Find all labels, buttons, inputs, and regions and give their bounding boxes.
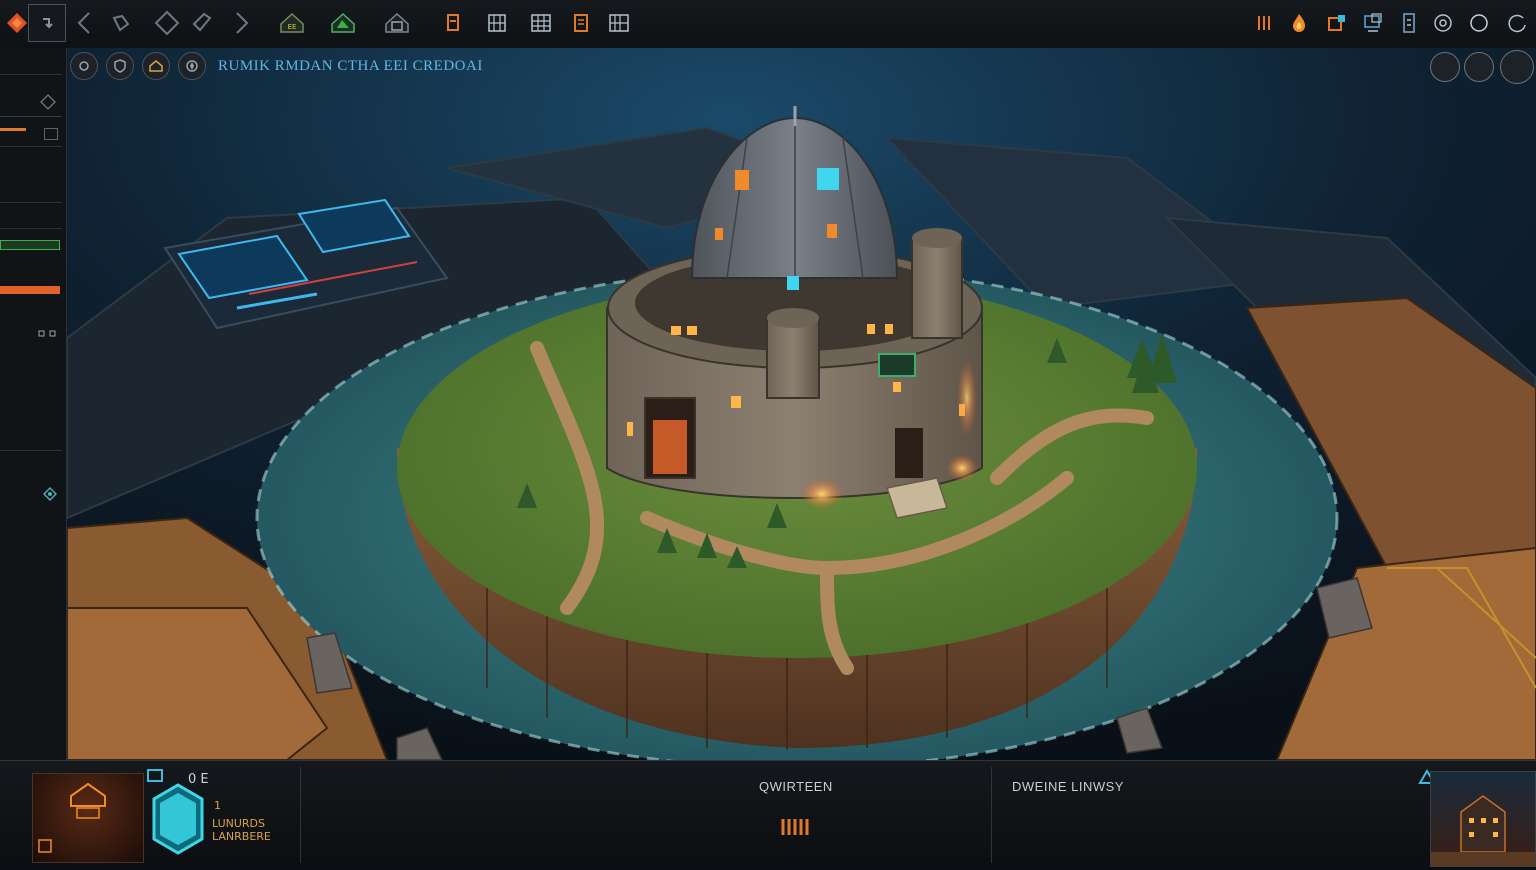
target-icon[interactable] — [1430, 10, 1456, 36]
compass-icon[interactable] — [178, 52, 206, 80]
device-icon[interactable] — [1396, 10, 1422, 36]
side-progress-orange — [0, 286, 60, 294]
shield-icon[interactable] — [106, 52, 134, 80]
diamond-icon[interactable] — [150, 6, 184, 40]
grid-small-icon[interactable] — [484, 10, 510, 36]
globe-icon[interactable] — [1500, 50, 1534, 84]
zoom-out-icon[interactable] — [1430, 52, 1460, 82]
green-screen-icon — [878, 353, 916, 377]
side-slot[interactable] — [0, 202, 62, 229]
game-viewport[interactable] — [67, 48, 1536, 760]
side-slot[interactable] — [0, 48, 62, 75]
center-tower[interactable] — [766, 317, 820, 399]
refresh-icon[interactable] — [1504, 10, 1530, 36]
side-progress-green — [0, 240, 60, 250]
tool-icon[interactable] — [186, 6, 220, 40]
unit-type-icon[interactable] — [146, 767, 164, 783]
top-toolbar: EE — [0, 0, 1536, 49]
build-house-icon[interactable]: EE — [272, 6, 312, 40]
fire-glow — [946, 454, 978, 482]
side-mini-icons[interactable] — [38, 324, 58, 337]
orange-grid-icon[interactable] — [568, 10, 594, 36]
side-slot[interactable] — [0, 338, 62, 451]
home-icon[interactable] — [142, 52, 170, 80]
bottom-hud: 0 E 1 LUNURDS LANRBERE QWIRTEEN DWEINE L… — [0, 760, 1536, 867]
circle-icon[interactable] — [1466, 10, 1492, 36]
page-title: RUMIK RMDAN CTHA EEI CREDOAI — [218, 57, 483, 74]
center-panel-title: QWIRTEEN — [759, 779, 833, 794]
title-row: RUMIK RMDAN CTHA EEI CREDOAI — [70, 52, 483, 80]
side-slot[interactable] — [0, 146, 62, 203]
minimap[interactable] — [32, 773, 144, 863]
base-icon[interactable] — [376, 6, 418, 40]
back-arrow-icon[interactable] — [68, 6, 102, 40]
building-preview[interactable] — [1430, 771, 1536, 867]
resource-panel-icon[interactable] — [1324, 10, 1350, 36]
right-panel-title: DWEINE LINWSY — [1012, 779, 1124, 794]
dome-beacon-cyan — [817, 168, 839, 190]
dome-window-orange — [735, 170, 749, 190]
zoom-in-icon[interactable] — [1464, 52, 1494, 82]
unit-stat-line: LUNURDS — [212, 817, 266, 830]
settings-icon[interactable] — [70, 52, 98, 80]
selected-unit-hex[interactable] — [152, 783, 204, 855]
grid-large-icon[interactable] — [528, 10, 554, 36]
svg-text:EE: EE — [288, 23, 297, 31]
unit-stat-line: LANRBERE — [212, 830, 271, 843]
orange-emblem-icon[interactable] — [779, 815, 813, 839]
fire-icon[interactable] — [1286, 10, 1312, 36]
orange-card-icon[interactable] — [440, 10, 466, 36]
monitor-icon[interactable] — [1360, 10, 1386, 36]
forward-arrow-icon[interactable] — [224, 6, 258, 40]
unit-code: 0 E — [188, 772, 209, 787]
stats-bars-icon[interactable] — [1252, 10, 1278, 36]
command-slot[interactable] — [28, 4, 66, 42]
diamond-small-icon[interactable] — [40, 94, 56, 110]
center-info-panel: QWIRTEEN — [300, 767, 992, 863]
terrain-icon[interactable] — [322, 6, 364, 40]
layout-icon[interactable] — [606, 10, 632, 36]
side-indicator-orange — [0, 128, 26, 131]
left-side-panel — [0, 48, 67, 760]
build-icon[interactable] — [104, 6, 138, 40]
side-tower[interactable] — [911, 237, 963, 339]
link-icon[interactable] — [42, 486, 58, 502]
unit-count: 1 — [214, 799, 221, 812]
unit-stats: LUNURDS LANRBERE — [212, 817, 271, 843]
side-box-icon[interactable] — [44, 128, 58, 140]
fire-glow — [800, 478, 844, 510]
